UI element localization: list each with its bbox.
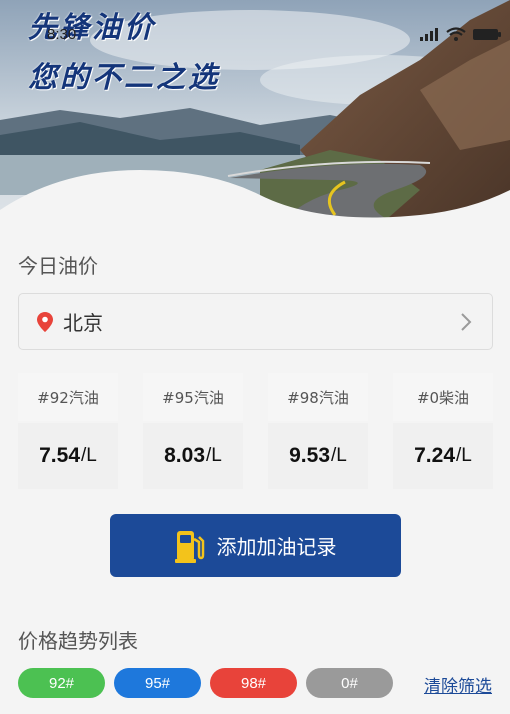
- hero-title-line2: 您的不二之选: [28, 60, 221, 94]
- status-bar-time: 8:30: [47, 26, 77, 43]
- today-price-title: 今日油价: [18, 254, 98, 278]
- clear-filter-link[interactable]: 清除筛选: [424, 672, 492, 697]
- fuel-card-92: #92汽油 7.54/L: [18, 373, 118, 489]
- location-pin-icon: [37, 311, 53, 332]
- signal-icon: [420, 28, 438, 41]
- fuel-price: 9.53: [289, 444, 330, 467]
- chevron-right-icon: [461, 313, 472, 331]
- fuel-pump-icon: [174, 530, 204, 563]
- filter-chip-0[interactable]: 0#: [306, 668, 393, 698]
- fuel-price: 7.54: [39, 444, 80, 467]
- fuel-price-unit: /L: [206, 445, 222, 466]
- fuel-price: 8.03: [164, 444, 205, 467]
- fuel-price-unit: /L: [331, 445, 347, 466]
- filter-chip-92[interactable]: 92#: [18, 668, 105, 698]
- add-refuel-record-button[interactable]: 添加加油记录: [110, 514, 401, 577]
- hero-banner: 先锋油价 您的不二之选 8:30: [0, 0, 510, 225]
- filter-chip-95[interactable]: 95#: [114, 668, 201, 698]
- city-name: 北京: [63, 311, 103, 335]
- fuel-card-0-diesel: #0柴油 7.24/L: [393, 373, 493, 489]
- fuel-type-label: #92汽油: [18, 373, 118, 421]
- wifi-icon: [446, 27, 466, 41]
- filter-chip-98[interactable]: 98#: [210, 668, 297, 698]
- fuel-card-98: #98汽油 9.53/L: [268, 373, 368, 489]
- status-bar-icons: [420, 27, 502, 41]
- city-selector[interactable]: 北京: [18, 293, 493, 350]
- price-trend-title: 价格趋势列表: [18, 629, 138, 653]
- fuel-price-unit: /L: [456, 445, 472, 466]
- fuel-card-95: #95汽油 8.03/L: [143, 373, 243, 489]
- fuel-price-unit: /L: [81, 445, 97, 466]
- fuel-type-label: #0柴油: [393, 373, 493, 421]
- fuel-type-label: #95汽油: [143, 373, 243, 421]
- fuel-type-label: #98汽油: [268, 373, 368, 421]
- battery-icon: [473, 29, 501, 40]
- fuel-price: 7.24: [414, 444, 455, 467]
- add-refuel-record-label: 添加加油记录: [216, 535, 337, 559]
- fuel-filter-bar: 92# 95# 98# 0# 清除筛选: [18, 668, 494, 698]
